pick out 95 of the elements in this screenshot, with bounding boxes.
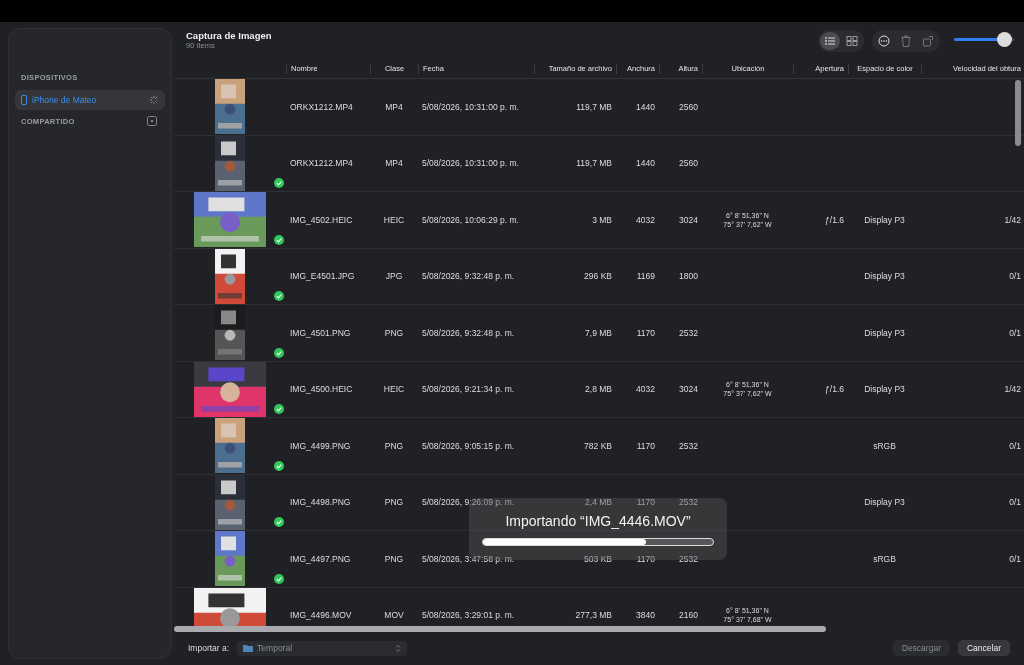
table-cell-text: MOV xyxy=(383,610,405,621)
table-cell-text: 1170 xyxy=(635,440,656,451)
table-cell-text: 296 KB xyxy=(583,271,613,282)
progress-title: Importando “IMG_4446.MOV” xyxy=(505,512,691,529)
grid-icon xyxy=(846,36,858,46)
sidebar-item[interactable]: iPhone de Mateo xyxy=(15,90,165,110)
table-cell-text: HEIC xyxy=(382,384,406,395)
table-cell-text: 277,3 MB xyxy=(574,610,613,621)
table-cell-text: 0/1 xyxy=(1008,271,1022,282)
table-cell-text: 782 KB xyxy=(583,440,613,451)
table-cell-text: 119,7 MB xyxy=(575,101,613,112)
table-cell-text: ƒ/1.6 xyxy=(824,214,845,225)
list-icon xyxy=(824,36,836,46)
table-cell-text: ORKX1212.MP4 xyxy=(289,101,354,112)
table-cell-text: 0/1 xyxy=(1008,440,1022,451)
table-cell-text: IMG_4496.MOV xyxy=(289,610,353,621)
table-cell-text: 1170 xyxy=(635,497,656,508)
horizontal-scrollbar[interactable] xyxy=(174,626,826,632)
table-cell-text: 5/08/2026, 10:31:00 p. m. xyxy=(421,158,520,169)
table-cell-text: IMG_4501.PNG xyxy=(289,327,352,338)
chevron-icon xyxy=(395,643,402,653)
table-cell-text: IMG_4498.PNG xyxy=(289,497,352,508)
table-cell-text: MP4 xyxy=(384,158,404,169)
table-cell-text: PNG xyxy=(383,327,405,338)
table-cell-text: 5/08/2026, 9:32:48 p. m. xyxy=(421,327,516,338)
table-cell-text: 2532 xyxy=(678,553,699,564)
box-icon xyxy=(147,116,157,126)
table-cell-text: 0/1 xyxy=(1008,497,1022,508)
table-cell-text: 5/08/2026, 10:06:29 p. m. xyxy=(421,214,520,225)
table-cell-text: 5/08/2026, 9:26:09 p. m. xyxy=(421,497,516,508)
table-cell-text: 3024 xyxy=(678,384,699,395)
rotate-icon xyxy=(922,35,934,47)
table-cell-text: 2532 xyxy=(678,440,699,451)
table-cell-text: 1440 xyxy=(635,158,656,169)
table-cell-text: 1170 xyxy=(635,327,656,338)
table-cell-text: 3 MB xyxy=(591,214,613,225)
table-cell-text: IMG_4502.HEIC xyxy=(289,214,354,225)
table-cell-text: sRGB xyxy=(872,553,897,564)
table-cell-text: HEIC xyxy=(382,214,406,225)
table-cell-text: 3024 xyxy=(678,214,699,225)
table-cell-text: 2160 xyxy=(678,610,699,621)
table-cell-text: 1/42 xyxy=(1003,214,1022,225)
more-icon xyxy=(878,35,890,47)
table-cell-text: 1170 xyxy=(635,553,656,564)
table-cell-text: 2532 xyxy=(678,497,699,508)
table-cell-text: 4032 xyxy=(635,384,656,395)
table-cell-text: 5/08/2026, 3:29:01 p. m. xyxy=(421,610,516,621)
table-cell-text: 5/08/2026, 9:05:15 p. m. xyxy=(421,440,516,451)
table-cell-text: 1440 xyxy=(635,101,656,112)
table-cell-text: 1/42 xyxy=(1003,384,1022,395)
table-cell-text: 503 KB xyxy=(583,553,613,564)
table-cell-text: ƒ/1.6 xyxy=(824,384,845,395)
table-cell-text: JPG xyxy=(384,271,404,282)
table-cell-text: PNG xyxy=(383,553,405,564)
size-slider[interactable] xyxy=(954,30,1014,48)
table-cell-text: 5/08/2026, 10:31:00 p. m. xyxy=(421,101,520,112)
device-name: iPhone de Mateo xyxy=(32,95,98,105)
cancel-button[interactable]: Cancelar xyxy=(957,640,1010,656)
table-cell-text: 3840 xyxy=(635,610,656,621)
list-view-button[interactable] xyxy=(820,32,840,50)
table-cell-text: 1169 xyxy=(635,271,656,282)
window-title: Captura de Imagen xyxy=(186,30,273,41)
import-label: Importar a: xyxy=(188,643,230,653)
table-cell-text: 5/08/2026, 3:47:58 p. m. xyxy=(421,553,516,564)
table-cell-text: PNG xyxy=(383,497,405,508)
table-cell-text: 0/1 xyxy=(1008,553,1022,564)
table-cell-text: PNG xyxy=(383,440,405,451)
folder-icon xyxy=(243,644,254,652)
table-cell-text: IMG_4500.HEIC xyxy=(289,384,354,395)
table-cell-text: IMG_4497.PNG xyxy=(289,553,352,564)
vertical-scrollbar[interactable] xyxy=(1015,80,1021,146)
table-cell-text: IMG_4499.PNG xyxy=(289,440,352,451)
table-cell-text: 4032 xyxy=(635,214,656,225)
table-cell-text: IMG_E4501.JPG xyxy=(289,271,356,282)
table-cell-text: 2,8 MB xyxy=(584,384,613,395)
table-cell-text: ORKX1212.MP4 xyxy=(289,158,354,169)
table-cell-text: 0/1 xyxy=(1008,327,1022,338)
table-cell-text: 2532 xyxy=(678,327,699,338)
table-cell-text: 119,7 MB xyxy=(575,158,613,169)
table-cell-text: sRGB xyxy=(872,440,897,451)
trash-icon xyxy=(900,35,912,47)
phone-icon xyxy=(21,95,27,105)
table-cell-text: 5/08/2026, 9:21:34 p. m. xyxy=(421,384,516,395)
table-cell-text: 2,4 MB xyxy=(584,497,613,508)
table-cell-text: Display P3 xyxy=(863,497,906,508)
table-cell-text: 1800 xyxy=(678,271,699,282)
table-cell-text: Display P3 xyxy=(863,214,906,225)
table-cell-text: Display P3 xyxy=(863,271,906,282)
table-cell-text: MP4 xyxy=(384,101,404,112)
table-cell-text: 2560 xyxy=(678,158,699,169)
table-cell-text: 2560 xyxy=(678,101,699,112)
table-cell-text: Display P3 xyxy=(863,327,906,338)
table-cell-text: 7,9 MB xyxy=(584,327,613,338)
table-cell-text: 5/08/2026, 9:32:48 p. m. xyxy=(421,271,516,282)
table-cell-text: Display P3 xyxy=(863,384,906,395)
